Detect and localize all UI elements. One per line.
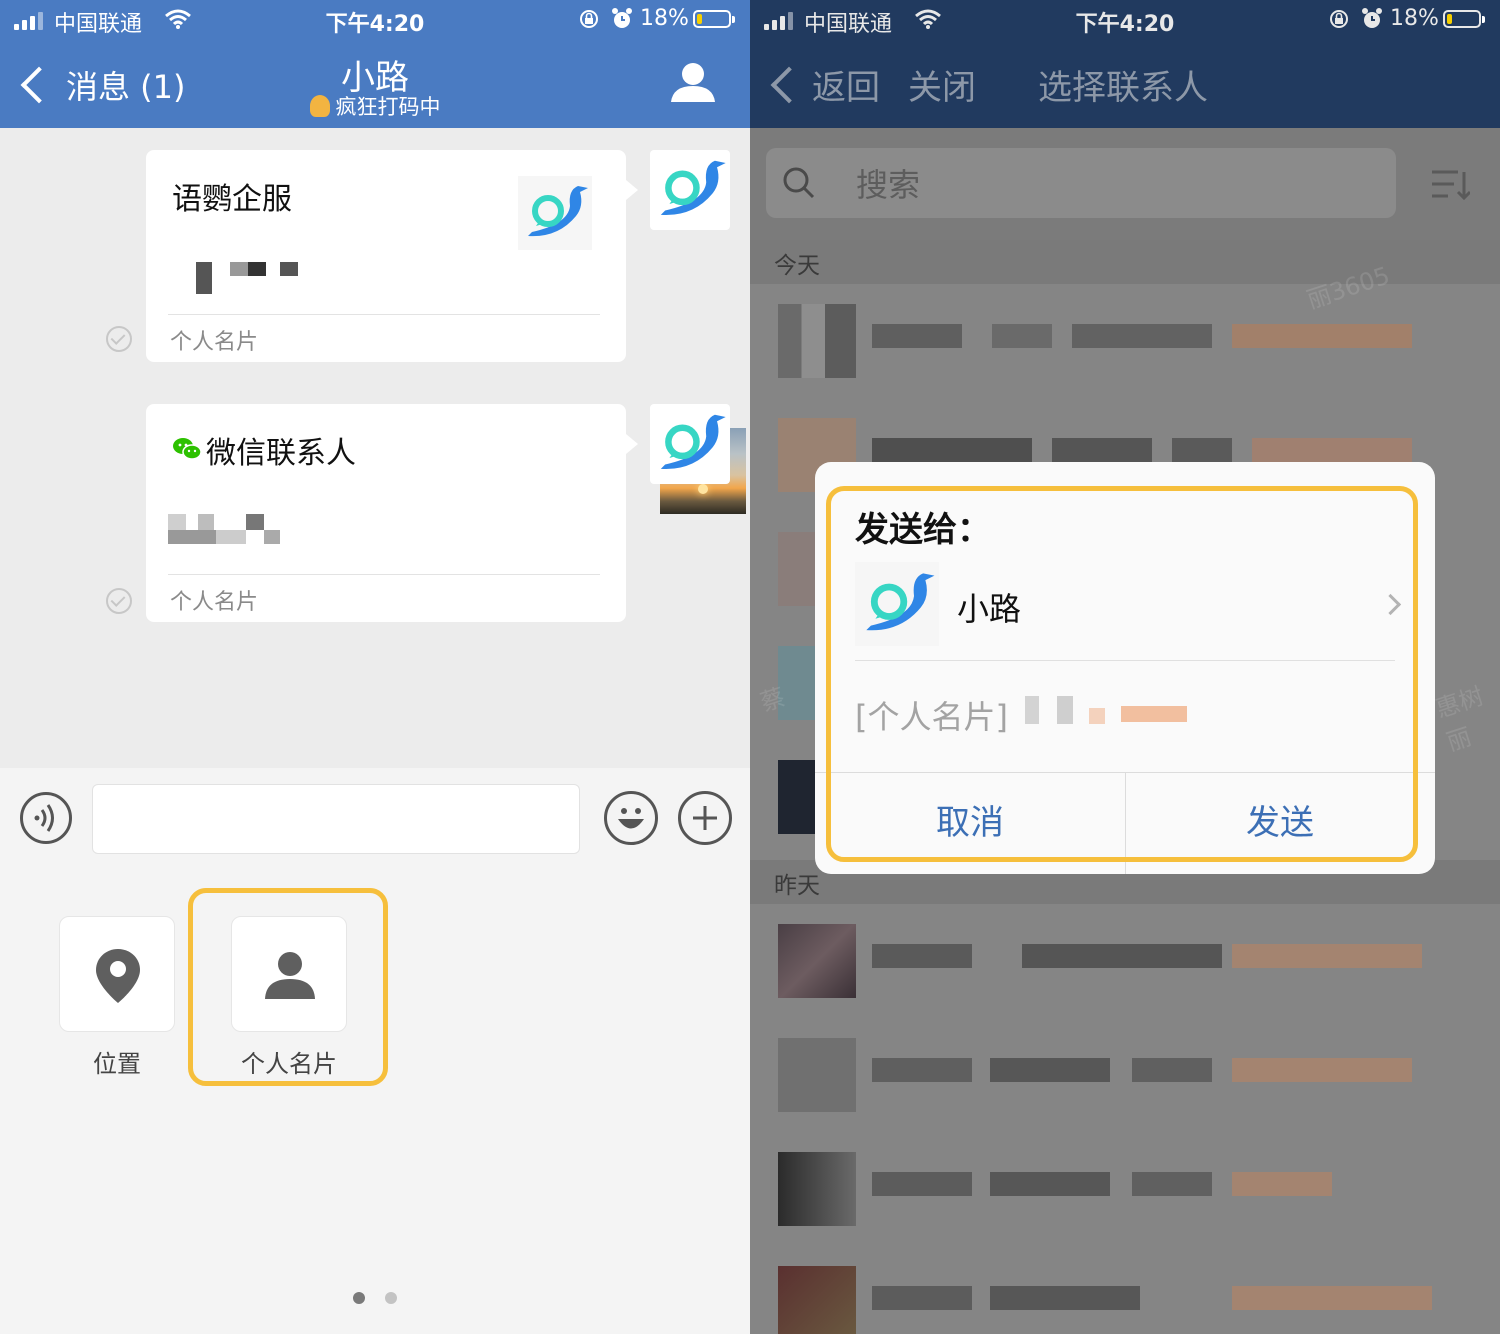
page-dot-active [353, 1292, 365, 1304]
input-toolbar [0, 768, 750, 868]
battery-percent: 18% [640, 6, 689, 31]
contact-avatar [778, 924, 856, 998]
contact-avatar [778, 304, 856, 378]
contact-avatar [778, 1266, 856, 1334]
battery-icon [1443, 10, 1485, 28]
chat-status: 疯狂打码中 [0, 91, 750, 121]
card-footer: 个人名片 [170, 590, 259, 615]
select-checkbox[interactable] [106, 326, 132, 352]
contact-row[interactable] [750, 904, 1500, 1019]
contact-card-message[interactable]: 微信联系人 个人名片 [146, 404, 746, 622]
battery-percent: 18% [1390, 6, 1439, 31]
status-bar: 中国联通 下午4:20 18% [0, 0, 750, 40]
voice-button[interactable] [20, 792, 72, 844]
blurred-contact-name [872, 944, 1432, 968]
select-checkbox[interactable] [106, 588, 132, 614]
contact-row[interactable] [750, 284, 1500, 399]
page-dot [385, 1292, 397, 1304]
highlight-box [188, 888, 388, 1086]
contact-row[interactable] [750, 1018, 1500, 1133]
alarm-icon [612, 8, 632, 28]
plus-icon [693, 806, 717, 830]
close-button[interactable]: 关闭 [908, 60, 976, 109]
card-title: 微信联系人 [206, 436, 356, 471]
highlight-box [826, 486, 1418, 862]
back-label: 返回 [812, 68, 880, 108]
sender-avatar[interactable] [650, 404, 730, 484]
emoji-button[interactable] [604, 791, 658, 845]
page-title: 选择联系人 [1038, 68, 1208, 108]
location-tool-label: 位置 [93, 1050, 141, 1078]
blurred-contact-name [872, 1286, 1432, 1310]
chat-screen: 中国联通 下午4:20 18% 消息 (1) 小路 疯狂打码中 语鹦企服 个人名… [0, 0, 750, 1334]
voice-icon [34, 804, 54, 832]
search-input[interactable]: 搜索 [766, 148, 1396, 218]
contact-row[interactable] [750, 1246, 1500, 1334]
profile-button[interactable] [668, 62, 718, 104]
section-label: 昨天 [774, 873, 820, 899]
back-button[interactable]: 返回 [768, 60, 880, 109]
search-placeholder: 搜索 [856, 166, 921, 204]
section-label: 今天 [774, 253, 820, 279]
card-divider [168, 574, 600, 575]
search-bar: 搜索 [750, 128, 1500, 240]
alarm-icon [1362, 8, 1382, 28]
blurred-contact-name [872, 1058, 1432, 1082]
yuying-logo-icon [660, 160, 726, 216]
chat-status-text: 疯狂打码中 [335, 95, 441, 119]
sort-icon[interactable] [1430, 168, 1470, 202]
rotation-lock-icon [1330, 10, 1348, 28]
location-tool-button[interactable] [59, 916, 175, 1032]
location-pin-icon [96, 949, 140, 1003]
contact-avatar [778, 1038, 856, 1112]
card-footer: 个人名片 [170, 330, 259, 355]
card-title: 语鹦企服 [172, 182, 292, 217]
blurred-name [196, 258, 306, 294]
message-list: 语鹦企服 个人名片 微信联系人 个人名片 [0, 128, 750, 768]
contact-card-message[interactable]: 语鹦企服 个人名片 [146, 150, 638, 362]
blurred-contact-name [872, 438, 1432, 462]
tools-panel: 位置 个人名片 [0, 868, 750, 1334]
select-contact-navbar: 中国联通 下午4:20 18% 返回 关闭 选择联系人 [750, 0, 1500, 128]
contact-row[interactable] [750, 1132, 1500, 1247]
search-icon [783, 167, 815, 199]
sender-avatar[interactable] [650, 150, 730, 230]
blurred-contact-name [872, 1172, 1432, 1196]
chat-navbar: 中国联通 下午4:20 18% 消息 (1) 小路 疯狂打码中 [0, 0, 750, 128]
card-divider [168, 314, 600, 315]
contact-avatar [778, 1152, 856, 1226]
coder-emoji-icon [309, 95, 330, 117]
status-bar: 中国联通 下午4:20 18% [750, 0, 1500, 40]
message-input[interactable] [92, 784, 580, 854]
chevron-left-icon [770, 66, 808, 103]
rotation-lock-icon [580, 10, 598, 28]
blurred-name [168, 508, 280, 544]
yuying-logo-icon [518, 176, 592, 250]
status-time: 下午4:20 [325, 12, 425, 37]
blurred-contact-name [872, 324, 1432, 348]
status-time: 下午4:20 [1075, 12, 1175, 37]
yuying-logo-icon [660, 414, 726, 470]
emoji-icon [618, 808, 644, 829]
wechat-icon [173, 438, 202, 460]
battery-icon [693, 10, 735, 28]
more-button[interactable] [678, 791, 732, 845]
